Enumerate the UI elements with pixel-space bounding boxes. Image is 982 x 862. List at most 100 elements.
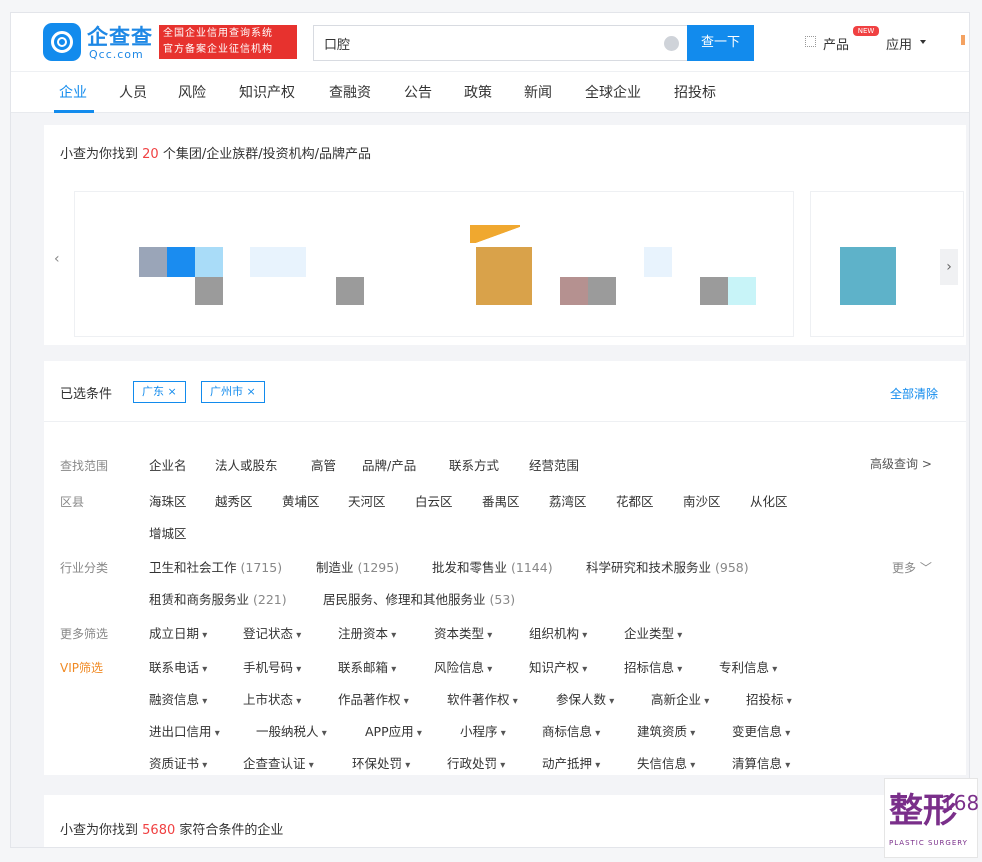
industry-option[interactable]: 制造业 (1295): [316, 557, 399, 576]
vip-filter-dropdown[interactable]: 手机号码: [243, 657, 301, 676]
vip-filter-dropdown[interactable]: 风险信息: [434, 657, 492, 676]
vip-filter-dropdown[interactable]: 作品著作权: [338, 689, 409, 708]
scope-option[interactable]: 法人或股东: [215, 455, 278, 474]
vip-filter-dropdown[interactable]: 建筑资质: [637, 721, 695, 740]
vip-filters-label: VIP筛选: [60, 661, 103, 675]
search-button[interactable]: 查一下: [687, 25, 754, 61]
tab-risk[interactable]: 风险: [178, 82, 206, 102]
district-option[interactable]: 天河区: [348, 491, 386, 510]
vip-filter-dropdown[interactable]: 环保处罚: [352, 753, 410, 772]
group-logo-2[interactable]: [250, 247, 306, 277]
group-logo-4[interactable]: [476, 247, 532, 305]
vip-filter-dropdown[interactable]: 软件著作权: [447, 689, 518, 708]
more-filter-dropdown[interactable]: 组织机构: [529, 623, 587, 642]
district-option[interactable]: 黄埔区: [282, 491, 320, 510]
tab-global[interactable]: 全球企业: [585, 82, 641, 102]
clear-all-button[interactable]: 全部清除: [890, 385, 938, 402]
tab-tenders[interactable]: 招投标: [674, 82, 716, 102]
industry-label: 行业分类: [60, 561, 109, 575]
tab-news[interactable]: 新闻: [524, 82, 552, 102]
more-filter-dropdown[interactable]: 登记状态: [243, 623, 301, 642]
tab-people[interactable]: 人员: [119, 82, 147, 102]
groups-count: 20: [142, 147, 159, 162]
vip-filter-dropdown[interactable]: 知识产权: [529, 657, 587, 676]
vip-filter-dropdown[interactable]: 变更信息: [732, 721, 790, 740]
scope-option[interactable]: 联系方式: [449, 455, 499, 474]
chip-guangzhou[interactable]: 广州市 ×: [201, 381, 265, 403]
vip-filter-dropdown[interactable]: 资质证书: [149, 753, 207, 772]
vip-filter-dropdown[interactable]: APP应用: [365, 721, 422, 740]
more-filter-dropdown[interactable]: 企业类型: [624, 623, 682, 642]
vip-filter-dropdown[interactable]: 招投标: [746, 689, 792, 708]
products-menu[interactable]: 产品: [823, 34, 849, 53]
chip-guangdong[interactable]: 广东 ×: [133, 381, 186, 403]
vip-filter-dropdown[interactable]: 企查查认证: [243, 753, 314, 772]
district-option[interactable]: 荔湾区: [549, 491, 587, 510]
divider: [44, 421, 966, 422]
industry-option[interactable]: 租赁和商务服务业 (221): [149, 589, 287, 608]
industry-option[interactable]: 科学研究和技术服务业 (958): [586, 557, 749, 576]
qcc-logo[interactable]: 企查查 Qcc.com: [43, 23, 155, 63]
district-option[interactable]: 花都区: [616, 491, 654, 510]
vip-filter-dropdown[interactable]: 联系电话: [149, 657, 207, 676]
group-logo-7[interactable]: [700, 277, 728, 305]
more-filter-dropdown[interactable]: 注册资本: [338, 623, 396, 642]
vip-filter-dropdown[interactable]: 联系邮箱: [338, 657, 396, 676]
vip-filter-dropdown[interactable]: 小程序: [460, 721, 506, 740]
group-logo-6[interactable]: [644, 247, 672, 277]
tab-announcements[interactable]: 公告: [404, 82, 432, 102]
industry-option[interactable]: 居民服务、修理和其他服务业 (53): [323, 589, 515, 608]
qcc-logo-icon: [43, 23, 81, 61]
industry-option[interactable]: 卫生和社会工作 (1715): [149, 557, 282, 576]
group-logo-8[interactable]: [840, 247, 896, 305]
vip-filter-dropdown[interactable]: 招标信息: [624, 657, 682, 676]
carousel-next-icon[interactable]: ›: [940, 249, 958, 285]
carousel-prev-icon[interactable]: ‹: [54, 251, 68, 275]
tab-financing[interactable]: 查融资: [329, 82, 371, 102]
group-logo-1-part: [167, 247, 195, 277]
group-logo-5[interactable]: [560, 277, 588, 305]
more-filter-dropdown[interactable]: 资本类型: [434, 623, 492, 642]
vip-filter-dropdown[interactable]: 融资信息: [149, 689, 207, 708]
vip-filter-dropdown[interactable]: 动产抵押: [542, 753, 600, 772]
vip-filter-dropdown[interactable]: 清算信息: [732, 753, 790, 772]
new-badge: NEW: [853, 26, 879, 36]
vip-filter-dropdown[interactable]: 专利信息: [719, 657, 777, 676]
tab-company[interactable]: 企业: [59, 82, 87, 102]
scope-option[interactable]: 经营范围: [529, 455, 579, 474]
scope-option[interactable]: 品牌/产品: [362, 455, 416, 474]
search-box: [313, 25, 687, 61]
district-option[interactable]: 从化区: [750, 491, 788, 510]
industry-option[interactable]: 批发和零售业 (1144): [432, 557, 553, 576]
advanced-search-link[interactable]: 高级查询 >: [870, 455, 932, 472]
vip-filter-dropdown[interactable]: 商标信息: [542, 721, 600, 740]
search-input[interactable]: [324, 33, 644, 53]
district-option[interactable]: 番禺区: [482, 491, 520, 510]
group-logo-7-part: [728, 277, 756, 305]
vip-filter-dropdown[interactable]: 一般纳税人: [256, 721, 327, 740]
tab-ip[interactable]: 知识产权: [239, 82, 295, 102]
district-option[interactable]: 越秀区: [215, 491, 253, 510]
more-filter-dropdown[interactable]: 成立日期: [149, 623, 207, 642]
browser-frame: 企查查 Qcc.com 全国企业信用查询系统 官方备案企业征信机构 查一下 产品…: [10, 12, 970, 848]
vip-filter-dropdown[interactable]: 参保人数: [556, 689, 614, 708]
group-logo-3[interactable]: [336, 277, 364, 305]
district-option[interactable]: 海珠区: [149, 491, 187, 510]
scope-option[interactable]: 高管: [311, 455, 336, 474]
district-option[interactable]: 增城区: [149, 523, 187, 542]
scope-option[interactable]: 企业名: [149, 455, 187, 474]
group-logo-1[interactable]: [139, 247, 167, 277]
district-option[interactable]: 白云区: [415, 491, 453, 510]
vip-filter-dropdown[interactable]: 上市状态: [243, 689, 301, 708]
vip-filter-dropdown[interactable]: 进出口信用: [149, 721, 220, 740]
vip-filter-dropdown[interactable]: 行政处罚: [447, 753, 505, 772]
vip-filter-dropdown[interactable]: 高新企业: [651, 689, 709, 708]
tab-policy[interactable]: 政策: [464, 82, 492, 102]
filters-card: 已选条件 广东 × 广州市 × 全部清除 查找范围 企业名 法人或股东 高管 品…: [44, 361, 966, 775]
clear-search-icon[interactable]: [664, 36, 679, 51]
group-logo-4-badge: [470, 225, 520, 243]
vip-filter-dropdown[interactable]: 失信信息: [637, 753, 695, 772]
district-option[interactable]: 南沙区: [683, 491, 721, 510]
apps-menu[interactable]: 应用: [886, 34, 912, 53]
industry-more-button[interactable]: 更多 ﹀: [892, 559, 932, 576]
